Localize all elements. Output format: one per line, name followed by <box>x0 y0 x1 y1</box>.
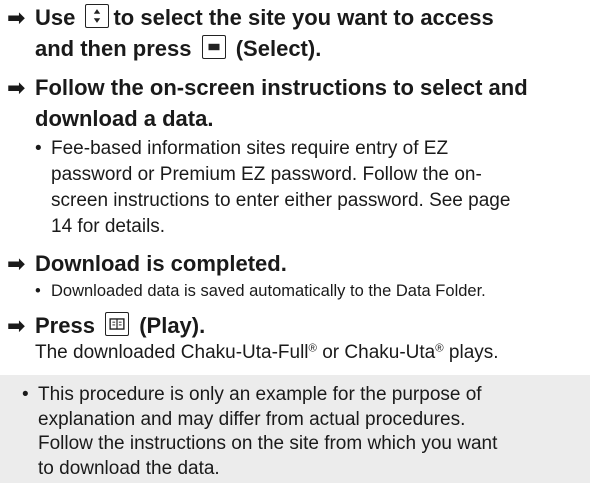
step-heading: ➡ Use to select the site you want to acce… <box>7 2 587 33</box>
registered-mark: ® <box>308 342 317 355</box>
step-body-text: The downloaded Chaku-Uta-Full® or Chaku-… <box>35 342 499 363</box>
step-heading: ➡ Download is completed. <box>7 248 587 279</box>
step-heading-continued: and then press (Select). <box>35 35 322 61</box>
arrow-right-icon: ➡ <box>7 75 26 100</box>
book-play-key-icon <box>105 312 130 336</box>
step-heading: ➡ Press (Play). <box>7 310 587 341</box>
list-item: Fee-based information sites require entr… <box>35 136 587 240</box>
step-heading: ➡ Follow the on-screen instructions to se… <box>7 72 587 103</box>
step-select-site: ➡ Use to select the site you want to acce… <box>7 2 587 64</box>
step-notes: Downloaded data is saved automatically t… <box>35 279 587 303</box>
instruction-page: ➡ Use to select the site you want to acce… <box>0 0 590 483</box>
step-press-play: ➡ Press (Play). The downloaded Chaku-Uta-… <box>7 310 587 365</box>
up-down-navigation-key-icon <box>85 4 110 28</box>
step-download-complete: ➡Download is completed. Downloaded data … <box>7 248 587 303</box>
note-list: This procedure is only an example for th… <box>22 383 582 481</box>
arrow-right-icon: ➡ <box>7 5 26 30</box>
list-item: This procedure is only an example for th… <box>22 383 582 481</box>
step-notes: Fee-based information sites require entr… <box>35 136 587 240</box>
registered-mark: ® <box>435 342 444 355</box>
arrow-right-icon: ➡ <box>7 313 26 338</box>
center-select-key-icon <box>201 35 226 59</box>
list-item: Downloaded data is saved automatically t… <box>35 279 587 303</box>
step-heading-continued: download a data. <box>35 106 214 131</box>
step-follow-instructions: ➡ Follow the on-screen instructions to se… <box>7 72 587 240</box>
note-box: This procedure is only an example for th… <box>0 375 590 483</box>
arrow-right-icon: ➡ <box>7 251 26 276</box>
